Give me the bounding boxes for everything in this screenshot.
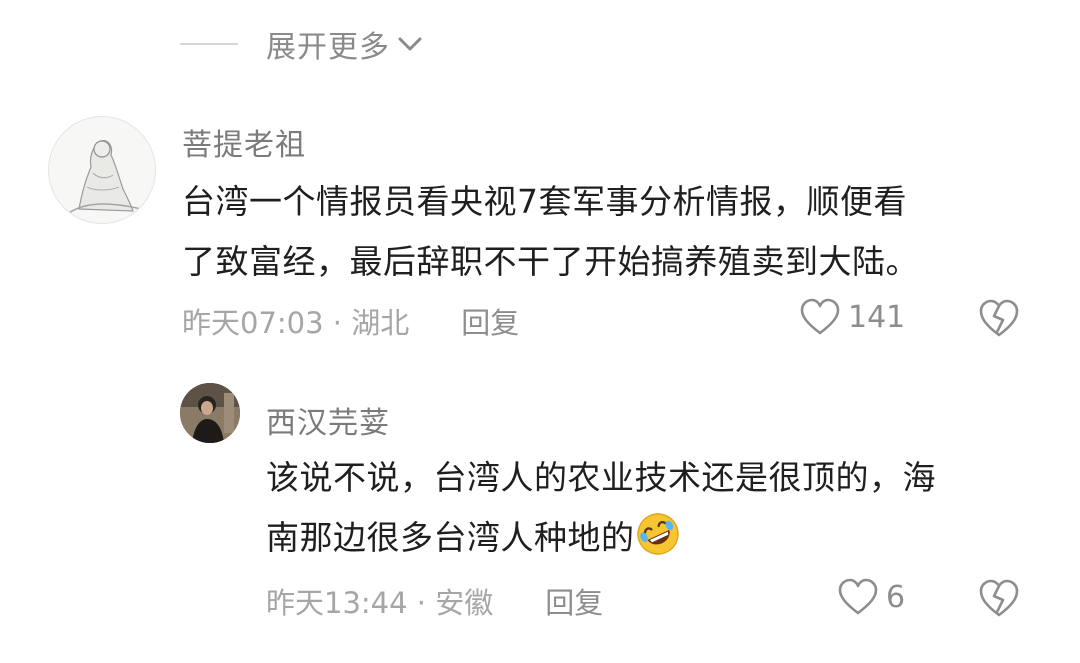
like-count: 6 [886,579,906,615]
dislike-button[interactable] [978,298,1020,342]
comment-text-line: 台湾一个情报员看央视7套军事分析情报，顺便看 [182,182,907,221]
divider-line [180,43,238,45]
avatar[interactable] [48,116,156,224]
expand-more-button[interactable]: 展开更多 [180,22,424,66]
heart-icon [800,298,840,335]
reply-button[interactable]: 回复 [545,580,603,622]
expand-more-label: 展开更多 [266,30,390,65]
like-count: 141 [848,299,906,335]
comment-text-segment: 南那边很多台湾人种地的 [266,518,635,557]
comment-time-location: 昨天07:03 · 湖北 [182,306,410,340]
broken-heart-icon [979,579,1019,617]
rofl-emoji-icon [635,511,681,557]
comment-text: 该说不说，台湾人的农业技术还是很顶的，海 南那边很多台湾人种地的 [266,448,936,568]
comment-time-location: 昨天13:44 · 安徽 [266,586,494,620]
chevron-down-icon [396,30,424,58]
comment-text-line: 该说不说，台湾人的农业技术还是很顶的，海 [266,458,936,497]
comment-meta: 昨天13:44 · 安徽 回复 [266,580,603,622]
reply-button[interactable]: 回复 [461,300,519,342]
like-button[interactable]: 141 [800,298,905,336]
comment-text: 台湾一个情报员看央视7套军事分析情报，顺便看 了致富经，最后辞职不干了开始搞养殖… [182,172,919,292]
comment-text-line: 了致富经，最后辞职不干了开始搞养殖卖到大陆。 [182,242,919,281]
comment-author-name[interactable]: 西汉芫荽 [266,398,390,442]
comment-text-line: 南那边很多台湾人种地的 [266,508,936,568]
broken-heart-icon [979,299,1019,337]
comment-author-name[interactable]: 菩提老祖 [182,120,306,164]
avatar[interactable] [180,383,240,443]
like-button[interactable]: 6 [838,578,905,616]
comment-meta: 昨天07:03 · 湖北 回复 [182,300,519,342]
dislike-button[interactable] [978,578,1020,622]
heart-icon [838,578,878,615]
